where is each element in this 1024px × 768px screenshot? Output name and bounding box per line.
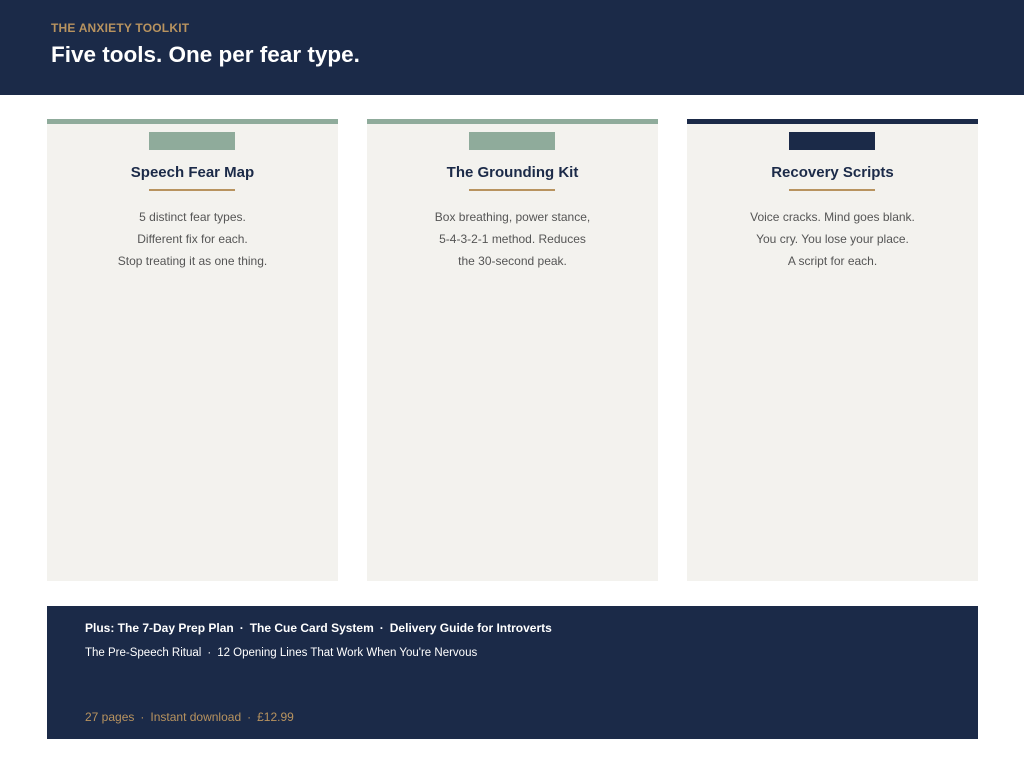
card-description: Box breathing, power stance, 5-4-3-2-1 m… <box>367 206 658 272</box>
card-line: 5 distinct fear types. <box>139 210 246 224</box>
card-accent-bar <box>367 119 658 124</box>
card-title: Recovery Scripts <box>771 164 894 181</box>
card-description: Voice cracks. Mind goes blank. You cry. … <box>687 206 978 272</box>
card-recovery-scripts: Recovery Scripts Voice cracks. Mind goes… <box>687 119 978 581</box>
separator: · <box>239 621 244 635</box>
bonus-list-secondary: The Pre-Speech Ritual · 12 Opening Lines T… <box>85 647 477 659</box>
card-accent-tab <box>789 132 875 150</box>
card-title: Speech Fear Map <box>130 164 255 181</box>
card-line: the 30-second peak. <box>458 254 567 268</box>
card-description: 5 distinct fear types. Different fix for… <box>47 206 338 272</box>
separator: · <box>379 621 384 635</box>
header-banner: THE ANXIETY TOOLKIT Five tools. One per … <box>0 0 1024 95</box>
bonus-item: The Pre-Speech Ritual <box>85 647 202 659</box>
card-accent-bar <box>687 119 978 124</box>
separator: · <box>140 710 145 724</box>
bonus-list-primary: Plus: The 7-Day Prep Plan · The Cue Card S… <box>85 621 552 635</box>
footer-panel: Plus: The 7-Day Prep Plan · The Cue Card S… <box>47 606 978 739</box>
page-count: 27 pages <box>85 710 135 724</box>
card-line: Stop treating it as one thing. <box>117 254 268 268</box>
card-accent-tab <box>469 132 555 150</box>
price: £12.99 <box>257 710 294 724</box>
bonus-item: 12 Opening Lines That Work When You're N… <box>217 647 478 659</box>
separator: · <box>247 710 252 724</box>
card-accent-tab <box>149 132 235 150</box>
card-title-underline <box>469 189 555 191</box>
eyebrow-label: THE ANXIETY TOOLKIT <box>51 21 190 35</box>
card-title-underline <box>149 189 235 191</box>
bonus-item: Delivery Guide for Introverts <box>389 621 552 635</box>
card-line: You cry. You lose your place. <box>756 232 909 246</box>
card-accent-bar <box>47 119 338 124</box>
bonus-item: The Cue Card System <box>249 621 374 635</box>
page-title: Five tools. One per fear type. <box>51 42 360 67</box>
card-grounding-kit: The Grounding Kit Box breathing, power s… <box>367 119 658 581</box>
separator: · <box>207 647 212 659</box>
card-line: A script for each. <box>787 254 878 268</box>
card-title-underline <box>789 189 875 191</box>
card-title: The Grounding Kit <box>446 164 579 181</box>
card-line: Voice cracks. Mind goes blank. <box>750 210 915 224</box>
card-line: 5-4-3-2-1 method. Reduces <box>439 232 586 246</box>
bonus-item: Plus: The 7-Day Prep Plan <box>85 621 234 635</box>
card-line: Different fix for each. <box>137 232 248 246</box>
card-speech-fear-map: Speech Fear Map 5 distinct fear types. D… <box>47 119 338 581</box>
card-line: Box breathing, power stance, <box>434 210 591 224</box>
delivery-type: Instant download <box>150 710 242 724</box>
product-meta: 27 pages · Instant download · £12.99 <box>85 710 294 724</box>
